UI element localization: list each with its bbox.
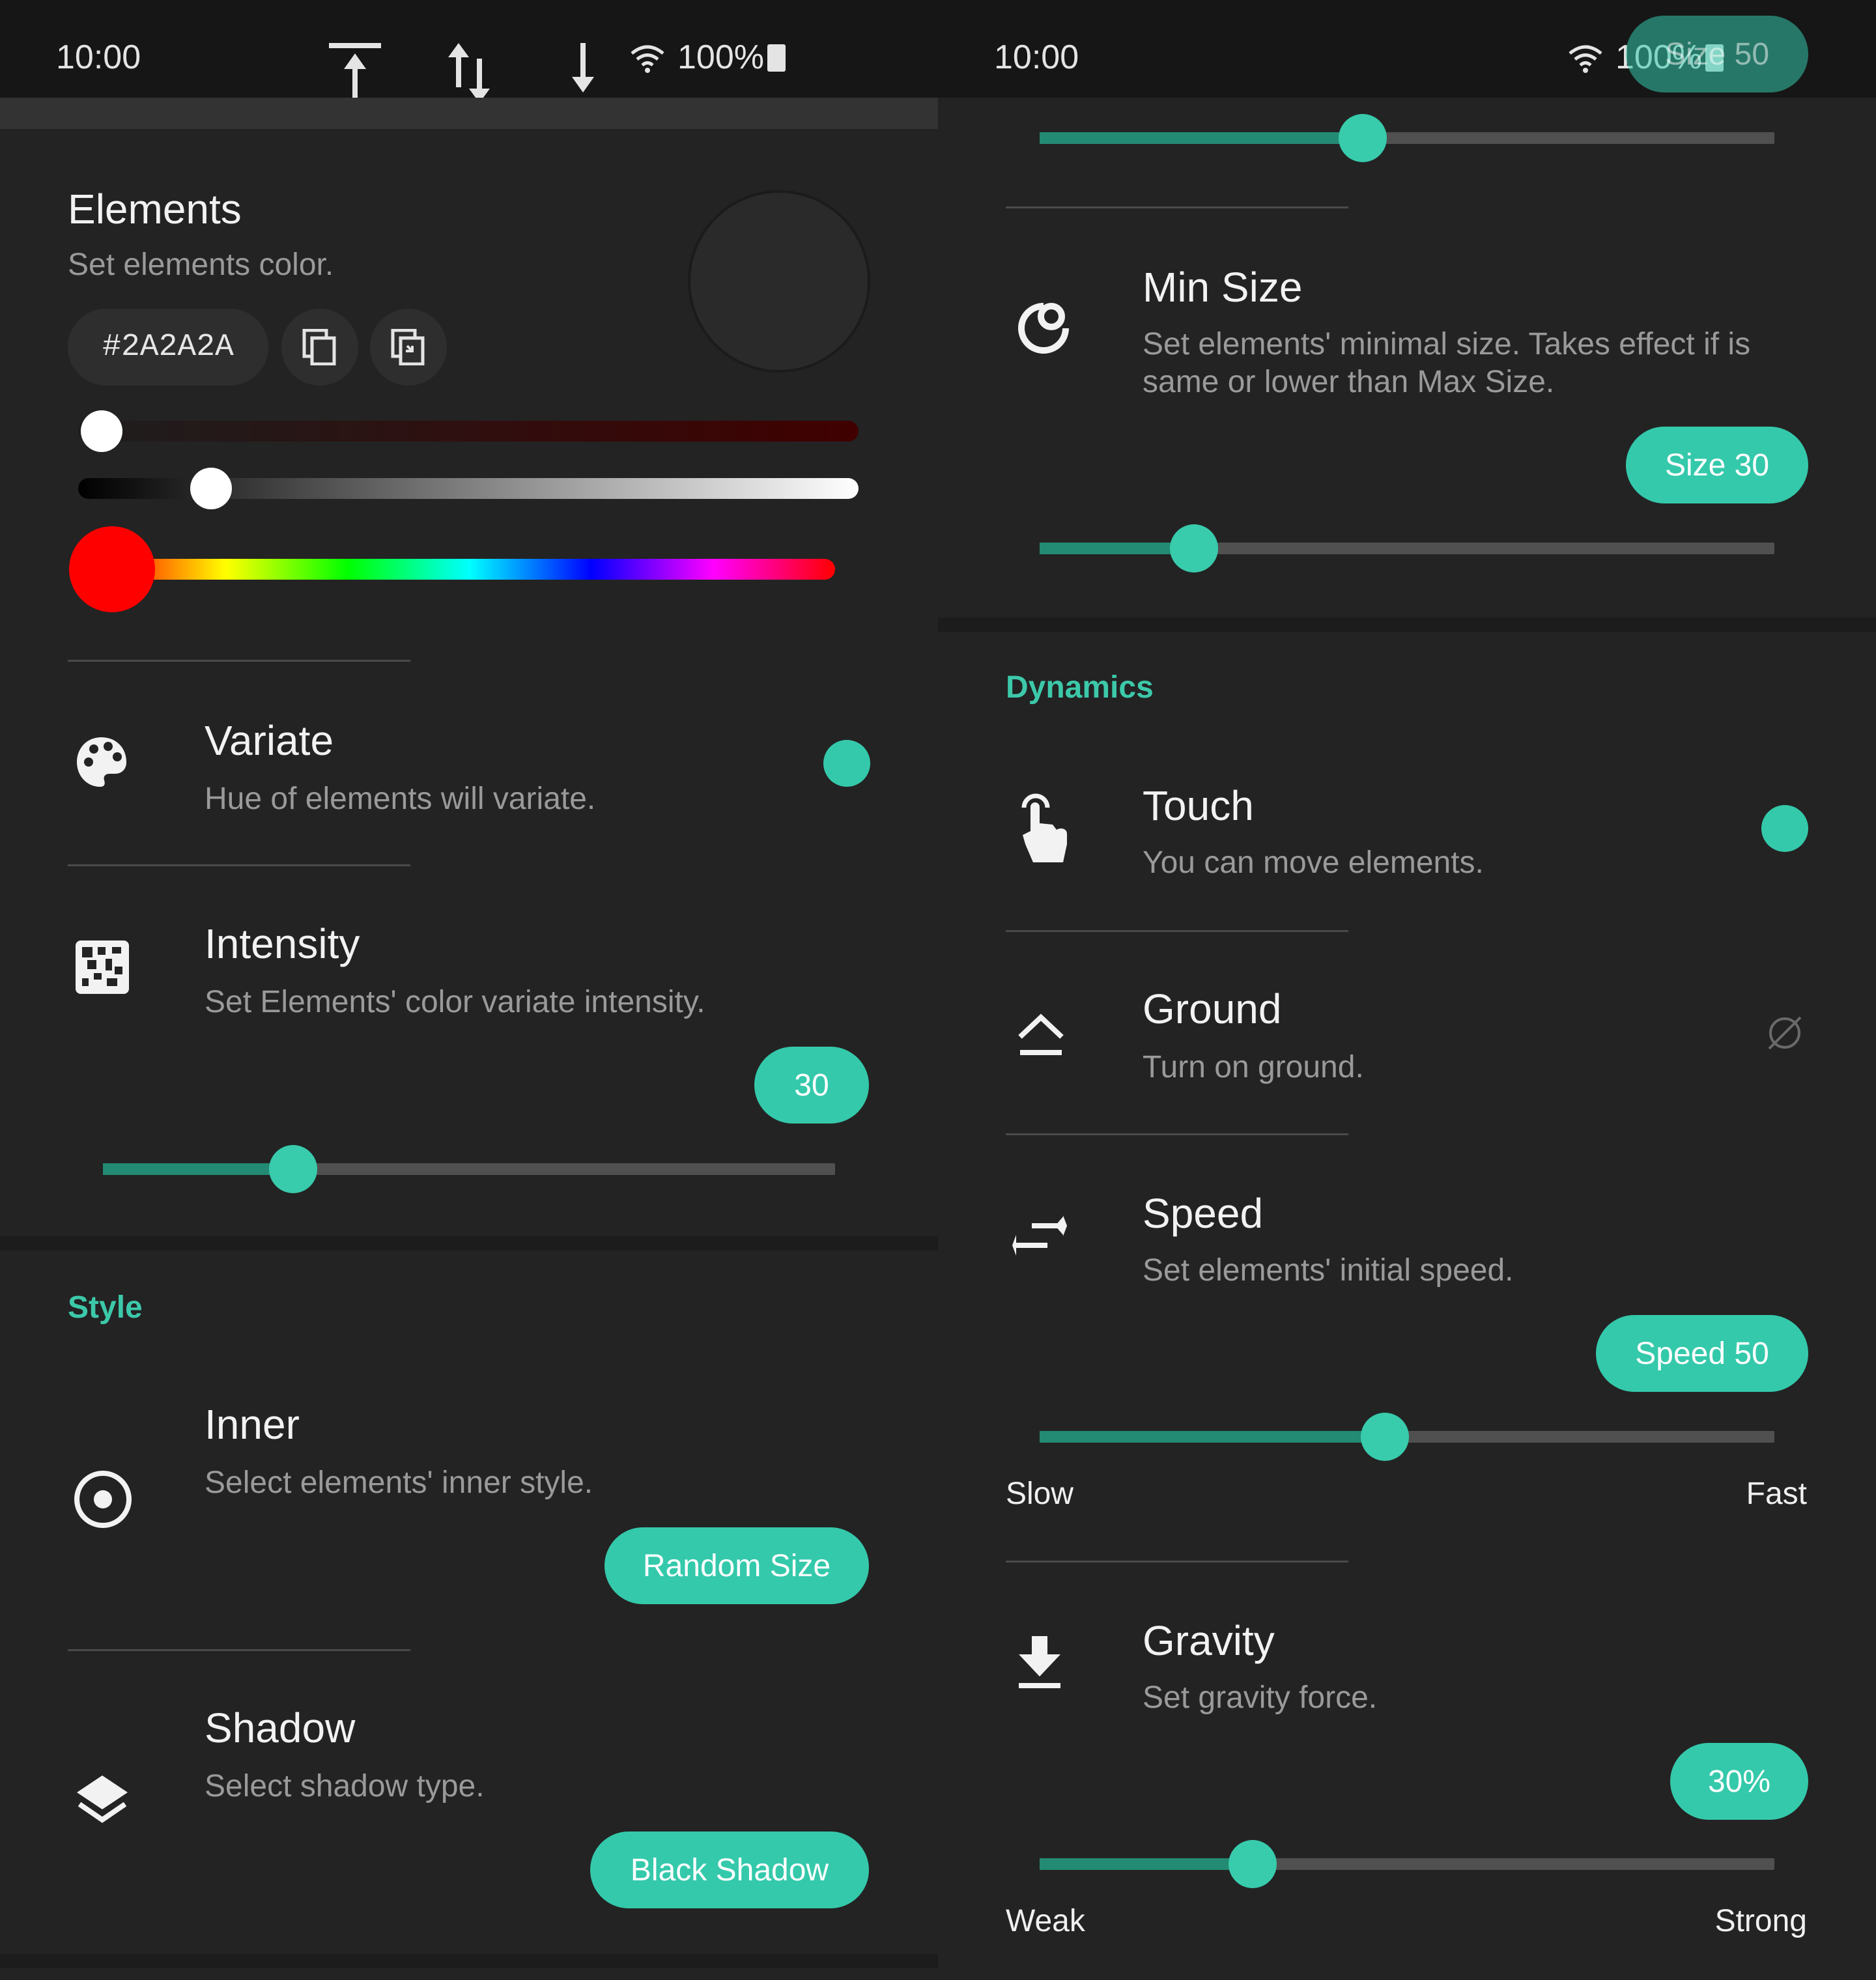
left-settings-panel: 10:00 100% Elements Set elements color. …: [0, 0, 938, 1980]
red-channel-knob[interactable]: [80, 410, 122, 452]
brightness-slider[interactable]: [78, 468, 859, 509]
wifi-icon: [631, 45, 664, 73]
intensity-title: Intensity: [205, 920, 360, 967]
touch-app-icon: [1021, 793, 1067, 862]
hue-slider[interactable]: [69, 526, 835, 612]
speed-min-label: Slow: [1006, 1477, 1074, 1511]
section-separator: [0, 1954, 938, 1968]
gravity-value-badge: 30%: [1670, 1743, 1808, 1820]
min-size-slider-knob[interactable]: [1169, 524, 1218, 573]
max-size-slider[interactable]: [1040, 114, 1774, 162]
intensity-description: Set Elements' color variate intensity.: [205, 985, 705, 1019]
speed-slider-knob[interactable]: [1361, 1413, 1410, 1461]
divider: [68, 864, 410, 866]
status-bar: 10:00 100%: [0, 0, 938, 103]
ground-description: Turn on ground.: [1143, 1050, 1364, 1084]
hex-color-field[interactable]: #2A2A2A: [68, 309, 268, 386]
dynamics-section-header: Dynamics: [1006, 670, 1154, 705]
radio-target-icon: [74, 1471, 132, 1528]
section-separator: [938, 617, 1876, 632]
battery-percentage: 100%: [677, 38, 764, 76]
wifi-icon: [1569, 45, 1602, 73]
divider: [68, 1649, 410, 1651]
shadow-title: Shadow: [205, 1704, 356, 1751]
min-size-icon: [1018, 303, 1069, 354]
color-preview-circle: [688, 190, 870, 373]
ground-title: Ground: [1143, 985, 1282, 1032]
noise-pattern-icon: [76, 940, 129, 994]
gravity-slider-fill: [1040, 1858, 1253, 1870]
ground-toggle-off[interactable]: [1765, 1013, 1804, 1053]
touch-description: You can move elements.: [1143, 845, 1484, 880]
gravity-description: Set gravity force.: [1143, 1680, 1378, 1715]
intensity-slider[interactable]: [103, 1145, 835, 1193]
speed-title: Speed: [1143, 1190, 1264, 1237]
variate-title: Variate: [205, 717, 334, 764]
max-size-slider-fill: [1040, 132, 1363, 144]
min-size-description: Set elements' minimal size. Takes effect…: [1143, 327, 1751, 399]
right-settings-panel: 10:00 100% Size 50 Min Size Set elements…: [938, 0, 1876, 1980]
variate-description: Hue of elements will variate.: [205, 782, 596, 816]
divider: [1006, 930, 1348, 932]
section-separator: [0, 1236, 938, 1251]
swap-vertical-icon[interactable]: [443, 42, 495, 104]
floating-size-badge: Size 50: [1626, 16, 1808, 92]
min-size-title: Min Size: [1143, 264, 1303, 311]
gravity-slider[interactable]: [1040, 1840, 1774, 1888]
gravity-slider-knob[interactable]: [1229, 1840, 1277, 1888]
gravity-title: Gravity: [1143, 1617, 1275, 1664]
min-size-slider[interactable]: [1040, 524, 1774, 573]
inner-style-button[interactable]: Random Size: [604, 1527, 869, 1604]
copy-icon: [302, 329, 336, 365]
hue-knob[interactable]: [69, 526, 155, 612]
min-size-value-badge: Size 30: [1626, 427, 1808, 503]
scroll-to-top-icon[interactable]: [326, 40, 384, 106]
max-size-slider-knob[interactable]: [1339, 114, 1387, 162]
inner-title: Inner: [205, 1401, 300, 1448]
gravity-download-icon: [1019, 1636, 1060, 1688]
eject-ground-icon: [1018, 1013, 1064, 1055]
gravity-max-label: Strong: [1714, 1904, 1807, 1938]
inner-description: Select elements' inner style.: [205, 1465, 593, 1500]
divider: [68, 660, 410, 662]
intensity-value-badge: 30: [754, 1047, 869, 1124]
elements-description: Set elements color.: [68, 248, 334, 282]
speed-value-badge: Speed 50: [1596, 1315, 1808, 1392]
battery-icon: [767, 44, 786, 72]
red-channel-slider[interactable]: [78, 410, 859, 452]
toolbar-strip: [0, 98, 938, 129]
touch-title: Touch: [1143, 782, 1254, 829]
paste-icon: [391, 329, 425, 365]
copy-color-button[interactable]: [281, 309, 358, 386]
speed-slider-fill: [1040, 1431, 1386, 1443]
touch-toggle[interactable]: [1761, 805, 1808, 852]
layers-icon: [77, 1775, 128, 1823]
brightness-knob[interactable]: [190, 468, 232, 509]
scroll-to-bottom-icon[interactable]: [554, 40, 612, 106]
speed-slider[interactable]: [1040, 1413, 1774, 1461]
speed-max-label: Fast: [1746, 1477, 1807, 1511]
shadow-type-button[interactable]: Black Shadow: [590, 1832, 869, 1908]
paste-color-button[interactable]: [370, 309, 447, 386]
shadow-description: Select shadow type.: [205, 1769, 485, 1803]
intensity-slider-fill: [103, 1163, 294, 1175]
divider: [1006, 1133, 1348, 1135]
variate-toggle[interactable]: [823, 740, 870, 787]
style-section-header: Style: [68, 1290, 143, 1325]
divider: [1006, 206, 1348, 208]
divider: [1006, 1561, 1348, 1563]
elements-title: Elements: [68, 186, 242, 233]
status-time: 10:00: [994, 38, 1079, 76]
speed-description: Set elements' initial speed.: [1143, 1253, 1514, 1288]
swap-horizontal-icon: [1012, 1215, 1067, 1256]
status-time: 10:00: [56, 38, 141, 76]
status-bar: 10:00 100% Size 50: [938, 0, 1876, 98]
gravity-min-label: Weak: [1006, 1904, 1085, 1938]
intensity-slider-knob[interactable]: [269, 1145, 318, 1193]
palette-icon: [77, 737, 126, 787]
